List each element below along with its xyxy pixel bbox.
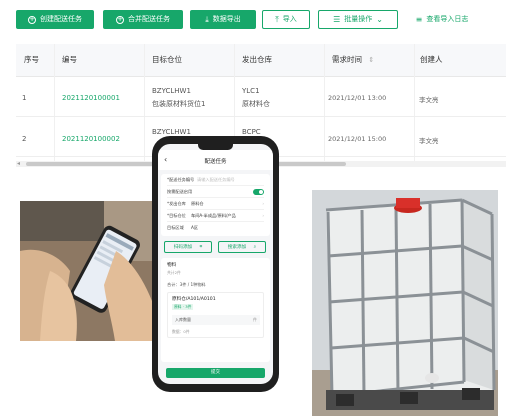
col-header-demand-time[interactable]: 需求时间 ⇕: [332, 44, 374, 76]
batch-operation-dropdown[interactable]: ☰ 批量操作 ⌄: [318, 10, 398, 29]
field-value: 原料仓: [191, 201, 204, 206]
ibc-tote-container-photo: [312, 190, 498, 416]
phone-mockup: ‹ 配送任务 *配送任务编号 请输入配送任务编号 按需配送启用 *发出仓库 原料…: [152, 136, 279, 392]
material-section-subtitle: 共计2件: [167, 270, 181, 275]
mobile-screen: ‹ 配送任务 *配送任务编号 请输入配送任务编号 按需配送启用 *发出仓库 原料…: [158, 144, 273, 384]
material-list-card: 物料 共计2件 合计：3件 / 1种物料 原料仓/A101/A0101 原料 ·…: [161, 258, 270, 362]
upload-icon: ⤒: [275, 14, 279, 24]
material-item-tag: 原料 · 3件: [172, 304, 194, 310]
chevron-right-icon: ›: [262, 213, 264, 218]
ibc-tote-illustration: [312, 190, 498, 416]
hand-holding-phone-photo: [20, 201, 152, 341]
field-value: 车间A-半成品/原料/产品: [191, 213, 236, 218]
col-header-demand-time-label: 需求时间: [332, 55, 362, 64]
row-warehouse-code: YLC1: [242, 87, 260, 95]
scan-add-button[interactable]: 扫码添加 ⌗: [164, 241, 212, 253]
quantity-unit: 件: [253, 317, 257, 322]
search-add-label: 搜索添加: [227, 245, 247, 250]
field-value: A区: [191, 225, 199, 230]
row-target-code: BZYCLHW1: [152, 128, 191, 136]
export-data-button[interactable]: ⤓ 数据导出: [190, 10, 256, 29]
field-label: 按需配送启用: [167, 189, 193, 194]
row-creator: 李文亮: [419, 137, 439, 145]
field-task-number[interactable]: *配送任务编号 请输入配送任务编号: [167, 174, 264, 186]
field-source-warehouse[interactable]: *发出仓库 原料仓 ›: [167, 198, 264, 210]
material-item-note: 数据：0件: [172, 329, 190, 334]
row-demand-time: 2021/12/01 13:00: [328, 94, 387, 102]
chevron-down-icon: ⌄: [376, 14, 383, 24]
field-label: 目标区域: [167, 225, 184, 230]
table-row[interactable]: 1 2021120100001 BZYCLHW1 包装原材料货位1 YLC1 原…: [16, 77, 506, 117]
plus-circle-icon: +: [116, 15, 124, 24]
row-index: 1: [22, 94, 27, 102]
field-label: *目标仓位: [167, 213, 186, 218]
scan-icon: ⌗: [199, 245, 203, 250]
material-section-title: 物料: [167, 263, 177, 268]
submit-button[interactable]: 提交: [166, 368, 265, 378]
search-add-button[interactable]: 搜索添加 ⌕: [218, 241, 266, 253]
row-index: 2: [22, 135, 27, 143]
sort-icon[interactable]: ⇕: [368, 56, 374, 64]
field-on-demand: 按需配送启用: [167, 186, 264, 198]
on-demand-toggle[interactable]: [253, 189, 264, 195]
download-icon: ⤓: [205, 14, 209, 24]
batch-operation-label: 批量操作: [344, 15, 373, 23]
hand-phone-illustration: [20, 201, 152, 341]
field-label: *配送任务编号: [167, 177, 195, 182]
task-number-input[interactable]: 请输入配送任务编号: [197, 174, 235, 185]
row-target-name: 包装原材料货位1: [152, 100, 206, 108]
merge-delivery-task-button[interactable]: + 合并配送任务: [103, 10, 183, 29]
mobile-form-card: *配送任务编号 请输入配送任务编号 按需配送启用 *发出仓库 原料仓 › *目标…: [161, 174, 270, 236]
merge-delivery-task-label: 合并配送任务: [128, 15, 170, 23]
row-warehouse-code: BCPC: [242, 128, 261, 136]
export-data-label: 数据导出: [212, 15, 241, 23]
mobile-header: ‹ 配送任务: [158, 150, 273, 170]
mobile-page-title: 配送任务: [204, 159, 227, 165]
import-button[interactable]: ⤒ 导入: [262, 10, 310, 29]
import-label: 导入: [282, 15, 297, 23]
field-label: *发出仓库: [167, 201, 186, 206]
list-icon: ≡: [415, 14, 423, 24]
field-target-location[interactable]: *目标仓位 车间A-半成品/原料/产品 ›: [167, 210, 264, 222]
row-demand-time: 2021/12/01 15:00: [328, 135, 387, 143]
row-target-code: BZYCLHW1: [152, 87, 191, 95]
scroll-left-icon[interactable]: ◂: [17, 161, 20, 167]
row-code-link[interactable]: 2021120100001: [62, 94, 120, 102]
material-item[interactable]: 原料仓/A101/A0101 原料 · 3件 入库数量 件 数据：0件: [167, 292, 264, 338]
col-header-creator: 创建人: [420, 55, 443, 64]
view-import-log-link[interactable]: ≡ 查看导入日志: [404, 10, 480, 29]
create-delivery-task-label: 创建配送任务: [40, 15, 82, 23]
plus-circle-icon: +: [28, 15, 36, 24]
search-icon: ⌕: [253, 245, 257, 250]
row-warehouse-name: 原材料仓: [242, 100, 270, 108]
col-header-target-location: 目标仓位: [152, 55, 182, 64]
material-group-summary[interactable]: 合计：3件 / 1种物料: [167, 282, 206, 288]
quantity-field[interactable]: 入库数量 件: [172, 315, 260, 325]
create-delivery-task-button[interactable]: + 创建配送任务: [16, 10, 94, 29]
field-target-area[interactable]: 目标区域 A区: [167, 222, 264, 233]
chevron-right-icon: ›: [262, 201, 264, 206]
quantity-label: 入库数量: [175, 317, 191, 322]
sliders-icon: ☰: [333, 14, 341, 24]
row-creator: 李文亮: [419, 96, 439, 104]
col-header-code: 编号: [62, 55, 77, 64]
col-header-index: 序号: [24, 55, 39, 64]
table-header: 序号 编号 目标仓位 发出仓库 需求时间 ⇕ 创建人: [16, 44, 506, 77]
row-code-link[interactable]: 2021120100002: [62, 135, 120, 143]
view-import-log-label: 查看导入日志: [426, 15, 469, 23]
scan-add-label: 扫码添加: [173, 245, 193, 250]
material-item-title: 原料仓/A101/A0101: [172, 297, 216, 302]
col-header-warehouse: 发出仓库: [242, 55, 272, 64]
